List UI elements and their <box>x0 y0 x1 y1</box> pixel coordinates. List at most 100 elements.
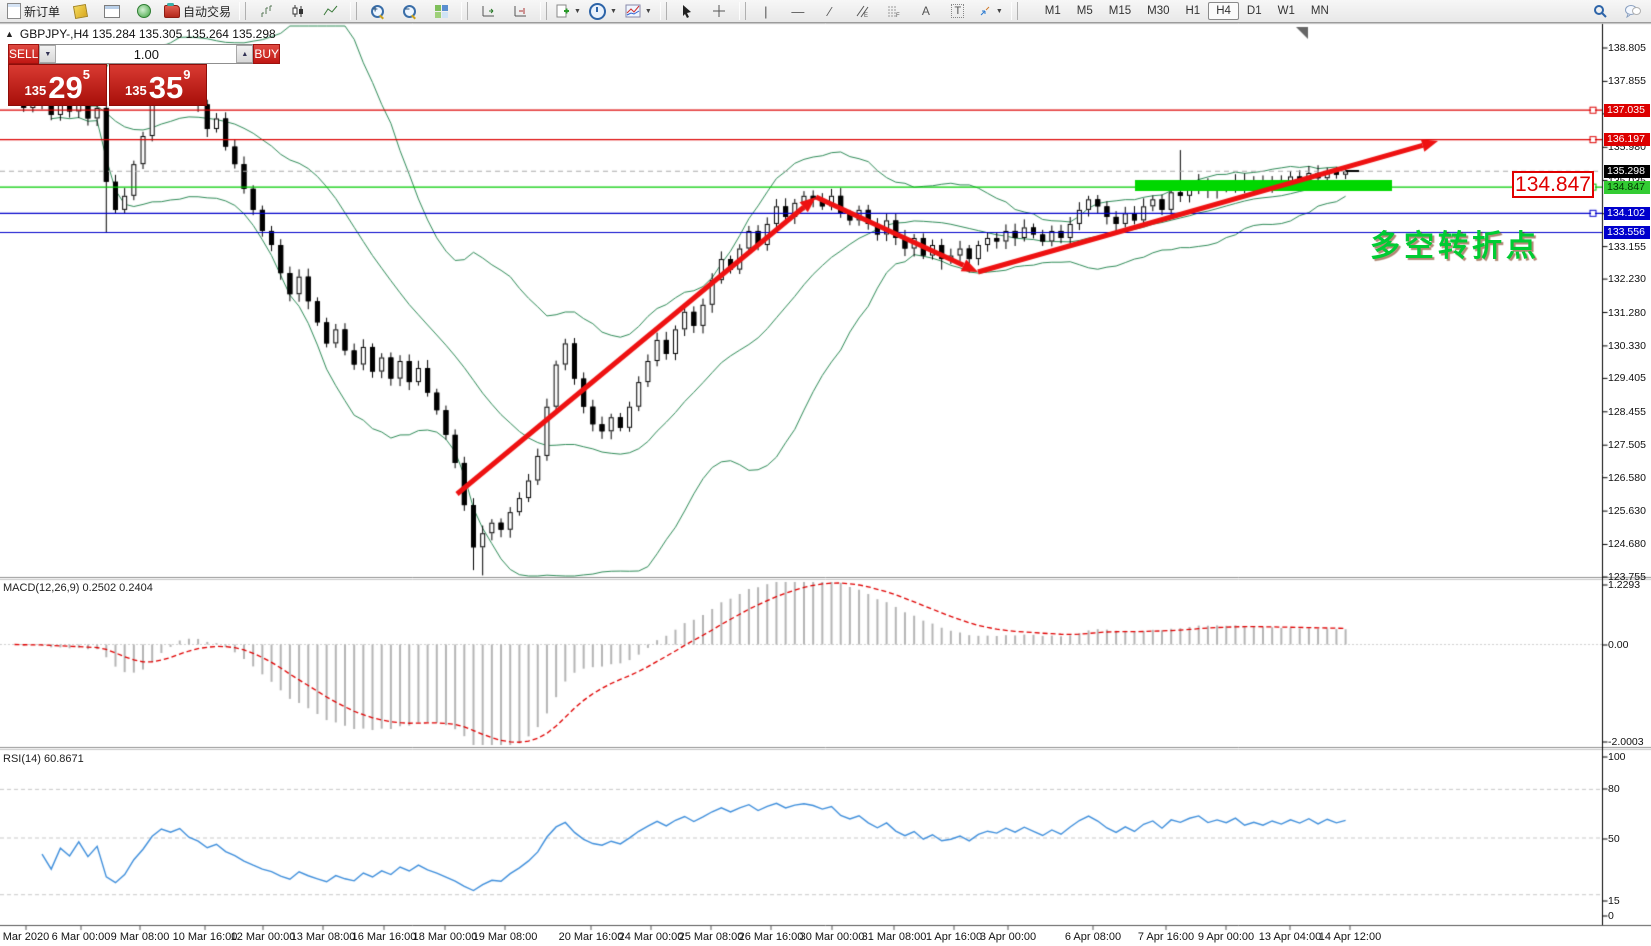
new-order-label: 新订单 <box>24 3 60 20</box>
horizontal-line-button[interactable]: — <box>783 1 813 21</box>
vertical-line-button[interactable]: | <box>751 1 781 21</box>
timeframe-MN[interactable]: MN <box>1303 2 1337 20</box>
candlestick-chart-button[interactable] <box>283 1 313 21</box>
timeframe-M5[interactable]: M5 <box>1069 2 1101 20</box>
volume-decrease-button[interactable]: ▼ <box>39 45 56 63</box>
indicators-button[interactable]: ▼ <box>622 1 655 21</box>
timeframe-H4[interactable]: H4 <box>1208 2 1239 20</box>
new-order-button[interactable]: 新订单 <box>4 1 63 21</box>
time-axis-label: 16 Mar 16:00 <box>352 931 417 943</box>
broadcast-icon <box>137 4 151 18</box>
line-chart-button[interactable] <box>315 1 345 21</box>
volume-input[interactable] <box>56 45 236 63</box>
rsi-axis-tick: 80 <box>1608 783 1651 795</box>
zoom-out-icon: − <box>403 5 416 18</box>
buy-button[interactable]: BUY <box>253 44 280 64</box>
volume-increase-button[interactable]: ▲ <box>236 45 253 63</box>
time-axis-label: 7 Apr 16:00 <box>1138 931 1194 943</box>
indicators-icon <box>625 4 641 18</box>
sell-button[interactable]: SELL <box>8 44 39 64</box>
macd-axis-tick: 1.2293 <box>1608 579 1651 591</box>
price-axis-tick: 125.630 <box>1608 505 1651 517</box>
trendline-icon: ∕ <box>829 4 831 19</box>
chat-icon <box>1624 4 1641 18</box>
trendline-button[interactable]: ∕ <box>815 1 845 21</box>
time-axis-label: 26 Mar 16:00 <box>739 931 804 943</box>
arrows-icon <box>978 4 992 18</box>
price-axis-tick: 133.155 <box>1608 241 1651 253</box>
search-button[interactable] <box>1585 1 1615 21</box>
toolbar-separator <box>540 2 547 20</box>
period-button[interactable]: ▼ <box>586 1 620 21</box>
zoom-out-button[interactable]: − <box>394 1 424 21</box>
time-axis-label: 13 Mar 08:00 <box>291 931 356 943</box>
sticky-note-button[interactable] <box>65 1 95 21</box>
caret-down-icon: ▼ <box>574 8 581 15</box>
price-axis-tick: 129.405 <box>1608 372 1651 384</box>
text-button[interactable]: A <box>911 1 941 21</box>
crosshair-button[interactable] <box>704 1 734 21</box>
fibonacci-button[interactable]: F <box>879 1 909 21</box>
cursor-button[interactable] <box>672 1 702 21</box>
price-axis-tick: 124.680 <box>1608 538 1651 550</box>
templates-button[interactable]: ▼ <box>552 1 584 21</box>
sticky-note-icon <box>72 3 87 18</box>
rsi-axis-tick: 100 <box>1608 751 1651 763</box>
price-axis-tick: 137.855 <box>1608 75 1651 87</box>
timeframe-M1[interactable]: M1 <box>1037 2 1069 20</box>
timeframe-H1[interactable]: H1 <box>1178 2 1209 20</box>
autotrade-button[interactable]: 自动交易 <box>161 1 234 21</box>
sell-price-sup: 5 <box>83 67 90 82</box>
bar-chart-button[interactable] <box>251 1 281 21</box>
auto-scroll-button[interactable] <box>473 1 503 21</box>
price-tag: 133.556 <box>1604 226 1650 239</box>
timeframe-M30[interactable]: M30 <box>1139 2 1177 20</box>
caret-down-icon: ▼ <box>996 8 1003 15</box>
chart-canvas[interactable] <box>0 0 1651 946</box>
price-axis-tick: 126.580 <box>1608 472 1651 484</box>
macd-axis-tick: 0.00 <box>1608 639 1651 651</box>
tile-windows-button[interactable] <box>426 1 456 21</box>
text-icon: A <box>922 4 930 18</box>
timeframe-M15[interactable]: M15 <box>1101 2 1139 20</box>
turning-point-annotation[interactable]: 多空转折点 <box>1370 221 1540 265</box>
sell-price-panel[interactable]: 135 29 5 <box>8 64 107 106</box>
caret-down-icon: ▼ <box>610 8 617 15</box>
chat-button[interactable] <box>1617 1 1647 21</box>
clock-icon <box>589 3 606 20</box>
cursor-icon <box>680 4 693 18</box>
toolbar-separator <box>739 2 746 20</box>
timeframe-W1[interactable]: W1 <box>1270 2 1303 20</box>
channel-button[interactable]: E <box>847 1 877 21</box>
text-label-button[interactable]: T <box>943 1 973 21</box>
new-order-icon <box>7 3 21 19</box>
chart-title-text: GBPJPY-,H4 135.284 135.305 135.264 135.2… <box>20 27 276 41</box>
time-axis-label: 24 Mar 00:00 <box>619 931 684 943</box>
time-axis-label: 31 Mar 08:00 <box>862 931 927 943</box>
broadcast-button[interactable] <box>129 1 159 21</box>
time-axis-label: 1 Apr 16:00 <box>926 931 982 943</box>
candlestick-chart-icon <box>291 4 306 18</box>
chart-window-icon <box>104 5 120 18</box>
buy-price-panel[interactable]: 135 35 9 <box>109 64 208 106</box>
tile-windows-icon <box>435 5 448 18</box>
market-watch-button[interactable] <box>97 1 127 21</box>
chart-shift-icon <box>513 4 528 18</box>
text-label-icon: T <box>951 4 964 18</box>
template-icon <box>555 4 570 18</box>
channel-icon: E <box>855 4 869 18</box>
macd-axis-tick: -2.0003 <box>1608 736 1651 748</box>
chart-shift-button[interactable] <box>505 1 535 21</box>
sell-price-prefix: 135 <box>25 83 47 98</box>
timeframe-D1[interactable]: D1 <box>1239 2 1270 20</box>
toolbar-separator <box>461 2 468 20</box>
zoom-in-button[interactable]: + <box>362 1 392 21</box>
zoom-in-icon: + <box>371 5 384 18</box>
chart-header: ▲ GBPJPY-,H4 135.284 135.305 135.264 135… <box>5 27 276 41</box>
price-callout-label[interactable]: 134.847 <box>1512 171 1594 198</box>
collapse-icon[interactable]: ▲ <box>5 29 14 39</box>
arrows-button[interactable]: ▼ <box>975 1 1006 21</box>
price-axis-tick: 131.280 <box>1608 307 1651 319</box>
autotrade-label: 自动交易 <box>183 3 231 20</box>
main-toolbar: 新订单 自动交易 + − ▼ <box>0 0 1651 23</box>
